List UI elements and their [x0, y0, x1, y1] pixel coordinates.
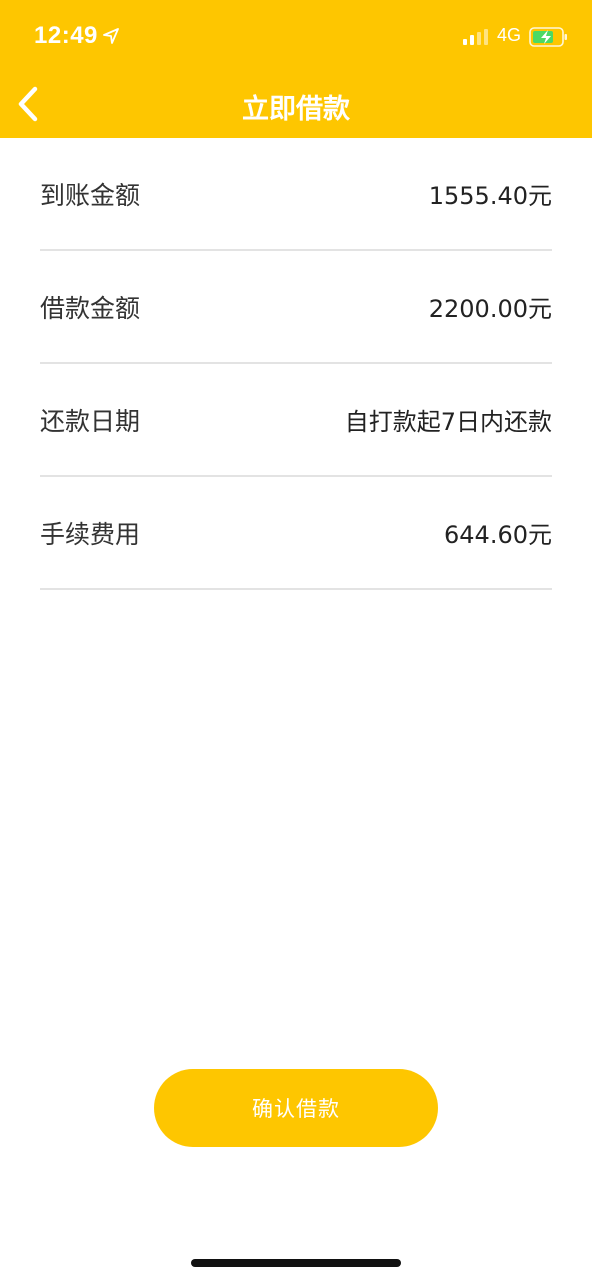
list-item-repayment-date: 还款日期 自打款起7日内还款	[40, 364, 552, 477]
row-label: 还款日期	[40, 406, 141, 436]
list-item-received-amount: 到账金额 1555.40元	[40, 138, 552, 251]
row-label: 到账金额	[40, 180, 141, 210]
status-time: 12:49	[34, 22, 98, 49]
battery-charging-icon	[529, 27, 567, 47]
row-value: 2200.00元	[428, 295, 552, 323]
page-title: 立即借款	[242, 94, 350, 125]
row-label: 手续费用	[40, 519, 141, 549]
row-value: 1555.40元	[428, 182, 552, 210]
navigation-bar: 立即借款	[0, 74, 592, 138]
loan-details-list: 到账金额 1555.40元 借款金额 2200.00元 还款日期 自打款起7日内…	[40, 138, 552, 590]
home-indicator	[191, 1259, 401, 1267]
app-header: 12:49 4G 立即借款	[0, 0, 592, 138]
status-bar: 12:49 4G	[0, 0, 592, 74]
signal-icon	[463, 29, 488, 45]
list-item-loan-amount: 借款金额 2200.00元	[40, 251, 552, 364]
network-type-label: 4G	[497, 25, 522, 45]
location-arrow-icon	[103, 28, 119, 44]
list-item-service-fee: 手续费用 644.60元	[40, 477, 552, 590]
row-label: 借款金额	[40, 293, 141, 323]
row-value: 自打款起7日内还款	[344, 408, 552, 436]
confirm-loan-button[interactable]: 确认借款	[154, 1069, 438, 1147]
row-value: 644.60元	[444, 521, 552, 549]
